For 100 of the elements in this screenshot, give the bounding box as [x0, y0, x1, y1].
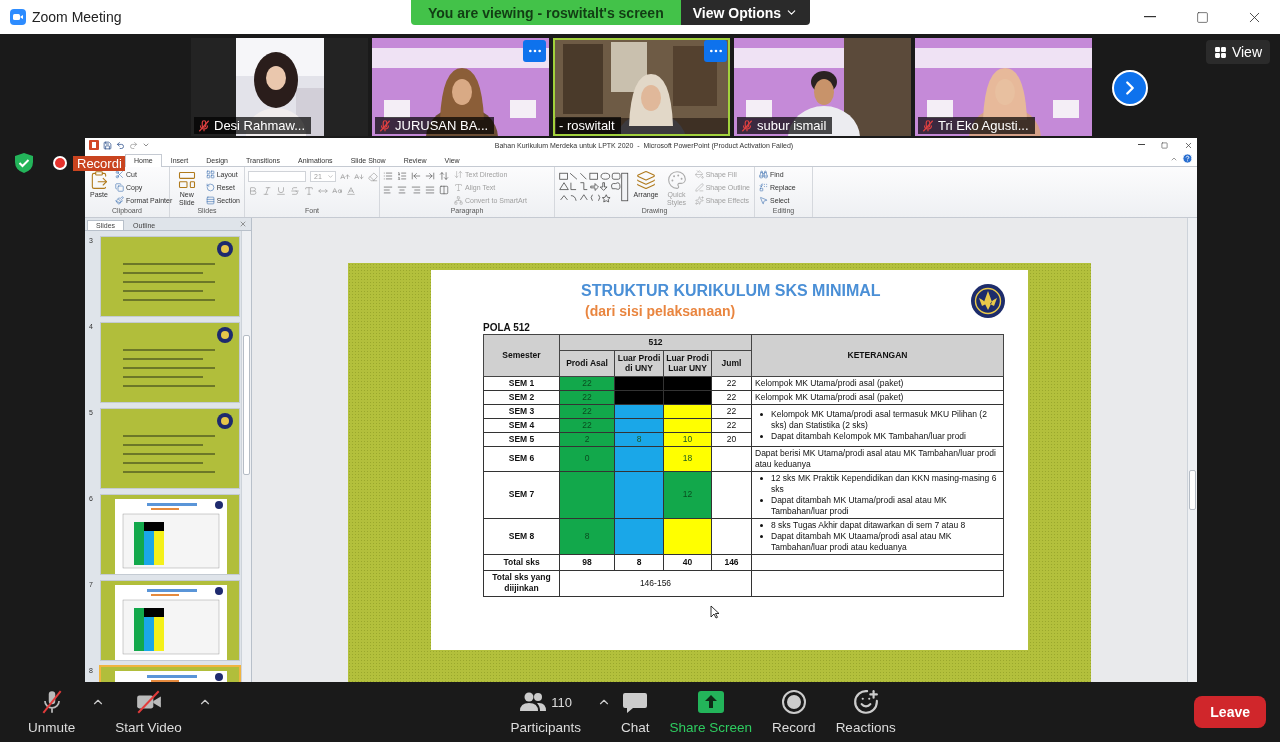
- grid-icon: [1213, 45, 1227, 59]
- more-button[interactable]: [523, 40, 546, 62]
- paintbrush-icon: [115, 196, 124, 205]
- arrows-icon: [454, 170, 463, 179]
- next-page-button[interactable]: [1112, 70, 1148, 106]
- record-icon: [780, 689, 807, 715]
- video-tile[interactable]: Desi Rahmaw...: [191, 38, 368, 136]
- slide-thumbnail[interactable]: [101, 495, 239, 574]
- shrink-font-icon[interactable]: [354, 171, 364, 182]
- bullet-text: Kelompok MK Utama/prodi asal termasuk MKU Pilihan (2 sks) dan Statistika (2 sks): [771, 408, 988, 431]
- view-button[interactable]: View: [1205, 40, 1270, 64]
- grow-font-icon[interactable]: [340, 171, 350, 182]
- toolbar-button[interactable]: Unmute: [18, 689, 86, 735]
- muted-microphone-icon: [197, 118, 211, 133]
- table-cell: SEM 8: [483, 518, 560, 555]
- underline-icon[interactable]: [276, 186, 286, 196]
- italic-icon[interactable]: [262, 186, 272, 196]
- change-case-icon[interactable]: [332, 186, 342, 196]
- table-cell: SEM 7: [483, 471, 560, 519]
- eraser-icon[interactable]: [368, 171, 378, 182]
- clipboard-icon: [89, 170, 109, 190]
- bullet-icon: [760, 412, 763, 416]
- restore-icon[interactable]: [1161, 141, 1168, 149]
- bullet-text: Dapat ditambah Kelompok MK Tambahan/luar prodi: [771, 430, 966, 442]
- bold-icon[interactable]: [248, 186, 258, 196]
- line-spacing-icon[interactable]: [439, 171, 449, 181]
- close-icon[interactable]: [1184, 140, 1193, 150]
- justify-icon[interactable]: [425, 185, 435, 195]
- table-cell: 8: [559, 518, 615, 555]
- toolbar-button[interactable]: Share Screen: [659, 689, 763, 735]
- shield-check-icon: [14, 152, 34, 174]
- sparkles-icon: [694, 196, 704, 205]
- leave-button[interactable]: Leave: [1194, 696, 1266, 728]
- pen-icon: [694, 183, 704, 192]
- video-tile[interactable]: subur ismail: [734, 38, 911, 136]
- participant-name: - roswitalt: [559, 118, 615, 133]
- bullet-icon: [760, 534, 763, 538]
- slide-thumbnail[interactable]: [101, 581, 239, 660]
- speech-bubble-icon: [622, 690, 649, 714]
- scissors-icon: [115, 170, 124, 179]
- table-cell: Total sks yang diijinkan: [483, 570, 560, 597]
- close-icon: [239, 220, 247, 228]
- cursor-icon: [710, 605, 720, 619]
- more-button[interactable]: [704, 40, 727, 62]
- align-right-icon[interactable]: [411, 185, 421, 195]
- copy-icon: [115, 183, 124, 192]
- align-left-icon[interactable]: [383, 185, 393, 195]
- slide-thumbnail[interactable]: [101, 237, 239, 316]
- toolbar-button[interactable]: Record: [762, 689, 826, 735]
- scrollbar[interactable]: [1187, 218, 1197, 682]
- font-color-icon[interactable]: [346, 186, 356, 196]
- video-tile[interactable]: JURUSAN BA...: [372, 38, 549, 136]
- replace-icon: [759, 183, 768, 192]
- rotate-icon: [205, 183, 215, 192]
- minimize-icon[interactable]: [1138, 144, 1145, 146]
- shadow-text-icon[interactable]: [304, 186, 314, 196]
- participant-name: Desi Rahmaw...: [214, 118, 306, 133]
- spacing-icon[interactable]: [318, 186, 328, 196]
- align-center-icon[interactable]: [397, 185, 407, 195]
- bullet-icon: [760, 434, 763, 438]
- participant-name: Tri Eko Agusti...: [938, 118, 1029, 133]
- help-icon[interactable]: [1182, 153, 1193, 164]
- layers-icon: [636, 170, 657, 190]
- slide-thumbnail[interactable]: [101, 323, 239, 402]
- customize-icon[interactable]: [142, 141, 150, 149]
- toolbar-button[interactable]: Start Video: [105, 689, 192, 735]
- toolbar-button[interactable]: Reactions: [825, 689, 906, 735]
- undo-icon[interactable]: [116, 140, 125, 150]
- grid-icon: [205, 170, 215, 179]
- font-name-field[interactable]: [248, 171, 306, 182]
- close-button[interactable]: [239, 220, 247, 228]
- slide-thumbnail[interactable]: [101, 409, 239, 488]
- table-cell: 12: [663, 471, 712, 519]
- save-icon[interactable]: [103, 140, 112, 150]
- redo-icon[interactable]: [129, 140, 138, 150]
- palette-icon: [666, 170, 687, 190]
- paint-bucket-icon: [694, 170, 704, 179]
- table-cell: SEM 6: [483, 446, 560, 472]
- network-icon: [454, 196, 463, 205]
- table-cell: Dapat berisi MK Utama/prodi asal atau MK Tambahan/luar prodi atau keduanya: [751, 446, 1004, 472]
- video-tile[interactable]: - roswitalt: [553, 38, 730, 136]
- bullets-icon[interactable]: [383, 171, 393, 181]
- increase-indent-icon[interactable]: [425, 171, 435, 181]
- muted-microphone-icon: [378, 118, 392, 133]
- columns-icon[interactable]: [439, 185, 449, 195]
- text-icon: [454, 183, 463, 192]
- bullet-icon: [760, 476, 763, 480]
- numbering-icon[interactable]: [397, 171, 407, 181]
- toolbar-button[interactable]: Chat: [611, 689, 660, 735]
- bullet-icon: [760, 523, 763, 527]
- toolbar-button[interactable]: 110 Participants: [500, 689, 591, 735]
- view-options-button[interactable]: View Options: [680, 0, 811, 25]
- zoom-app-icon: [10, 9, 26, 25]
- scrollbar[interactable]: [241, 231, 251, 682]
- decrease-indent-icon[interactable]: [411, 171, 421, 181]
- strikethrough-icon[interactable]: [290, 186, 300, 196]
- collapse-ribbon-icon[interactable]: [1170, 155, 1178, 163]
- video-tile[interactable]: Tri Eko Agusti...: [915, 38, 1092, 136]
- smiley-plus-icon: [852, 689, 879, 715]
- binoculars-icon: [759, 170, 768, 179]
